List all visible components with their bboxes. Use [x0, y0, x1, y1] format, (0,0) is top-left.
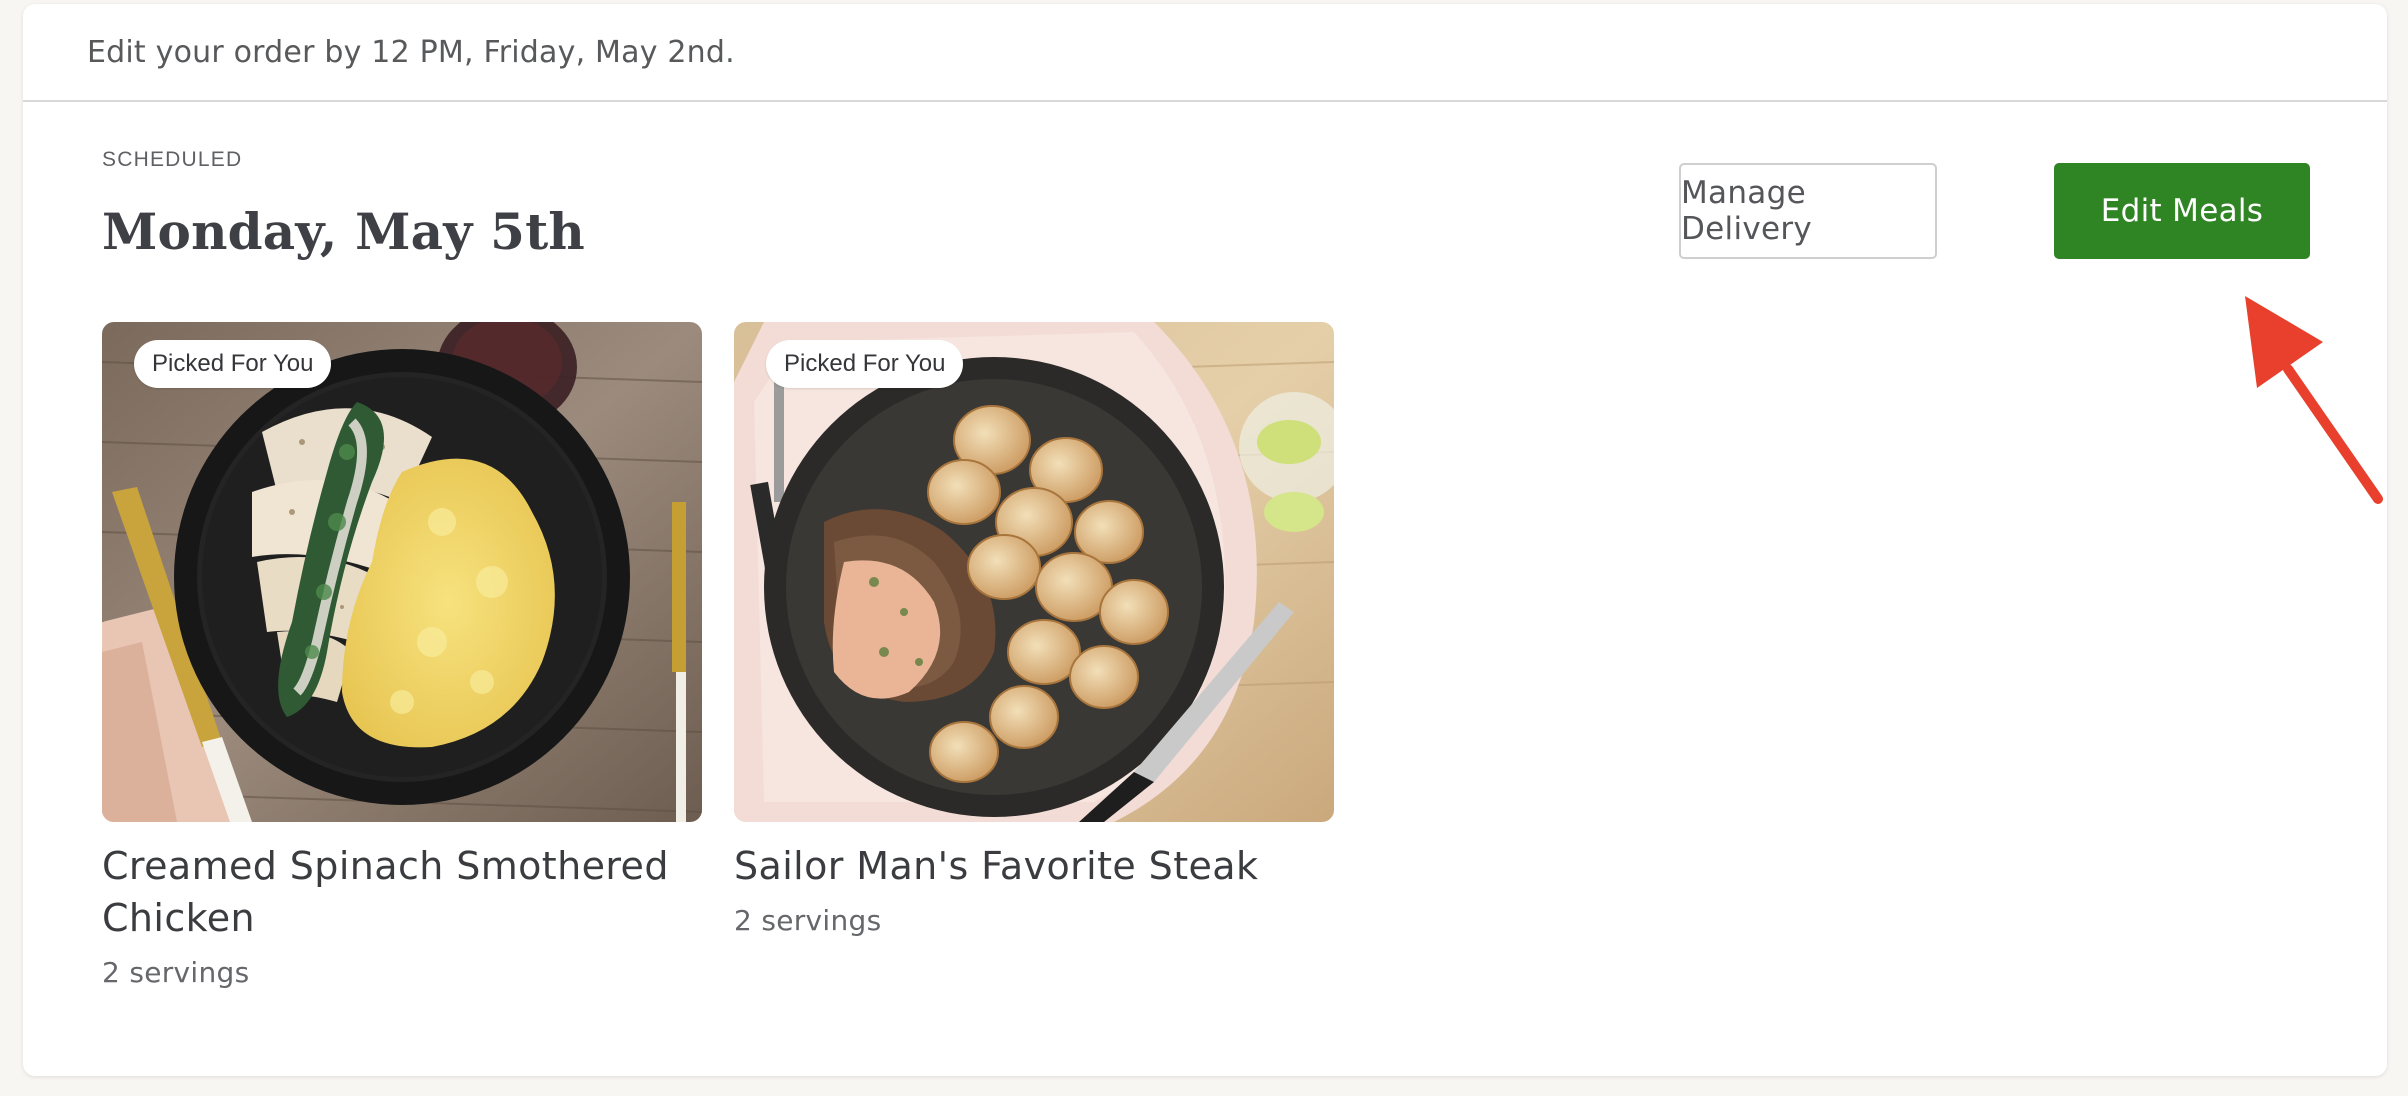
edit-deadline-text: Edit your order by 12 PM, Friday, May 2n… [87, 34, 735, 70]
steak-dish-image[interactable]: Picked For You [734, 322, 1334, 822]
manage-delivery-button[interactable]: Manage Delivery [1679, 163, 1937, 259]
steak-dish-illustration [734, 322, 1334, 822]
delivery-date-heading: Monday, May 5th [102, 202, 585, 261]
meal-servings: 2 servings [734, 904, 882, 937]
edit-deadline-banner: Edit your order by 12 PM, Friday, May 2n… [23, 4, 2387, 102]
chicken-dish-image[interactable]: Picked For You [102, 322, 702, 822]
order-card: Edit your order by 12 PM, Friday, May 2n… [23, 4, 2387, 1076]
meal-card[interactable]: Picked For You Creamed Spinach Smothered… [102, 322, 702, 989]
picked-for-you-badge: Picked For You [134, 340, 332, 388]
edit-meals-button[interactable]: Edit Meals [2054, 163, 2310, 259]
meal-servings: 2 servings [102, 956, 250, 989]
meal-card[interactable]: Picked For You Sailor Man's Favorite Ste… [734, 322, 1334, 937]
chicken-dish-illustration [102, 322, 702, 822]
annotation-arrow-icon [2245, 296, 2383, 504]
meal-title[interactable]: Sailor Man's Favorite Steak [734, 840, 1334, 892]
delivery-status-label: SCHEDULED [102, 148, 243, 171]
picked-for-you-badge: Picked For You [766, 340, 964, 388]
meal-title[interactable]: Creamed Spinach Smothered Chicken [102, 840, 702, 944]
